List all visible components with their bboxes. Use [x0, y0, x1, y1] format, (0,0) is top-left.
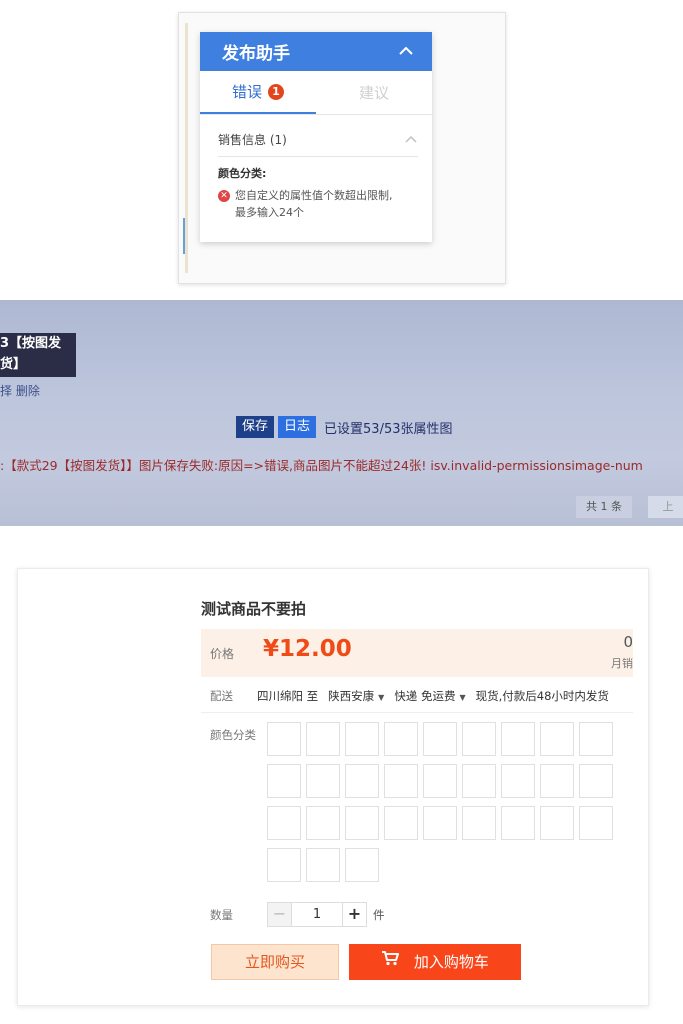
caret-down-icon: ▼ [459, 692, 466, 702]
color-swatch[interactable] [423, 806, 457, 840]
style-tooltip-line1: 3【按图发 [0, 336, 62, 351]
color-swatch[interactable] [423, 722, 457, 756]
color-swatch[interactable] [267, 722, 301, 756]
color-swatch[interactable] [306, 806, 340, 840]
quantity-label: 数量 [210, 908, 233, 922]
color-swatch[interactable] [384, 764, 418, 798]
price-value: ¥12.00 [263, 636, 352, 662]
log-button[interactable]: 日志 [278, 416, 317, 438]
add-to-cart-button[interactable]: 加入购物车 [349, 944, 521, 980]
publish-helper-header[interactable]: 发布助手 [200, 32, 432, 71]
section-sales-info-label: 销售信息 (1) [218, 133, 287, 147]
error-text-line2: 最多输入24个 [235, 206, 304, 219]
monthly-sales-label: 月销 [611, 657, 633, 670]
ship-from: 四川绵阳 至 [257, 688, 319, 703]
color-category-label: 颜色分类 [210, 728, 256, 742]
chevron-up-icon[interactable] [398, 44, 414, 60]
save-error-message: :【款式29【按图发货】】图片保存失败:原因=>错误,商品图片不能超过24张! … [0, 458, 643, 473]
buy-now-button[interactable]: 立即购买 [211, 944, 339, 980]
save-row: 保存 日志 已设置53/53张属性图 [236, 416, 453, 438]
color-swatch[interactable] [540, 764, 574, 798]
color-swatch[interactable] [462, 722, 496, 756]
helper-tabs: 错误 1 建议 [200, 71, 432, 115]
color-swatch[interactable] [540, 722, 574, 756]
publish-helper-title: 发布助手 [222, 44, 290, 64]
error-text-line1: 您自定义的属性值个数超出限制, [235, 189, 393, 202]
ship-to-select[interactable]: 陕西安康 ▼ [328, 688, 384, 704]
product-detail-panel: 测试商品不要拍 价格 ¥12.00 0 月销 配送 四川绵阳 至 陕西安康 ▼ 快… [17, 568, 649, 1006]
caret-down-icon: ▼ [378, 692, 385, 702]
field-color-category-label: 颜色分类: [218, 167, 267, 180]
add-to-cart-label: 加入购物车 [413, 953, 489, 971]
tab-errors-label: 错误 [231, 83, 262, 101]
color-swatch[interactable] [384, 806, 418, 840]
tab-errors[interactable]: 错误 1 [200, 71, 316, 114]
price-label: 价格 [210, 647, 235, 661]
error-text: 您自定义的属性值个数超出限制, 最多输入24个 [235, 187, 393, 221]
screen-photo-panel: 3【按图发 货】 择 删除 保存 日志 已设置53/53张属性图 :【款式29【… [0, 300, 683, 526]
color-swatch[interactable] [345, 848, 379, 882]
price-area: 价格 ¥12.00 0 月销 [201, 629, 633, 677]
color-swatch[interactable] [579, 806, 613, 840]
color-swatch[interactable] [462, 806, 496, 840]
monthly-sales-count: 0 [623, 633, 633, 651]
pagination-total: 共 1 条 [576, 496, 632, 518]
color-swatch[interactable] [267, 764, 301, 798]
color-swatch[interactable] [501, 764, 535, 798]
tab-suggestions[interactable]: 建议 [316, 71, 432, 114]
style-tooltip-box: 3【按图发 货】 [0, 333, 76, 377]
left-edge-strip [185, 23, 188, 273]
attribute-image-status: 已设置53/53张属性图 [324, 421, 453, 437]
color-swatch[interactable] [423, 764, 457, 798]
ship-method-select[interactable]: 快递 免运费 ▼ [394, 688, 465, 704]
quantity-decrease-button[interactable]: − [267, 902, 292, 927]
error-count-badge: 1 [268, 83, 284, 100]
color-swatch[interactable] [579, 722, 613, 756]
color-swatch[interactable] [462, 764, 496, 798]
quantity-unit: 件 [373, 908, 385, 922]
color-swatch[interactable] [306, 764, 340, 798]
helper-body: 销售信息 (1) 颜色分类: ✕ 您自定义的属性值个数超出限制, 最多输入24个 [200, 115, 432, 221]
color-swatch[interactable] [501, 722, 535, 756]
color-swatch[interactable] [501, 806, 535, 840]
color-swatch[interactable] [306, 848, 340, 882]
color-swatch[interactable] [579, 764, 613, 798]
quantity-input[interactable]: 1 [292, 902, 342, 927]
publish-helper-card: 发布助手 错误 1 建议 销售信息 (1) 颜色分类: ✕ 您自定义的属性值个数… [200, 32, 432, 242]
shopping-cart-icon [381, 943, 400, 979]
ship-to-value: 陕西安康 [328, 688, 375, 703]
shipping-row: 配送 四川绵阳 至 陕西安康 ▼ 快递 免运费 ▼ 现货,付款后48小时内发货 [201, 679, 633, 713]
error-message: ✕ 您自定义的属性值个数超出限制, 最多输入24个 [218, 187, 418, 221]
quantity-increase-button[interactable]: + [342, 902, 367, 927]
ship-note: 现货,付款后48小时内发货 [475, 688, 609, 703]
pagination-prev-button[interactable]: 上 [648, 496, 683, 518]
color-swatch[interactable] [267, 806, 301, 840]
color-swatch[interactable] [345, 806, 379, 840]
color-swatch[interactable] [306, 722, 340, 756]
left-edge-accent [183, 218, 185, 254]
shipping-label: 配送 [210, 688, 233, 703]
tab-suggestions-label: 建议 [358, 84, 389, 102]
select-delete-links[interactable]: 择 删除 [0, 382, 40, 399]
ship-method-value: 快递 免运费 [394, 688, 456, 703]
publish-helper-screenshot: 发布助手 错误 1 建议 销售信息 (1) 颜色分类: ✕ 您自定义的属性值个数… [178, 12, 506, 284]
color-swatch[interactable] [540, 806, 574, 840]
color-swatch[interactable] [267, 848, 301, 882]
color-swatch[interactable] [345, 722, 379, 756]
save-button[interactable]: 保存 [236, 416, 275, 438]
section-sales-info[interactable]: 销售信息 (1) [218, 123, 418, 157]
style-tooltip-line2: 货】 [0, 357, 27, 372]
product-title: 测试商品不要拍 [201, 600, 307, 618]
chevron-up-icon[interactable] [404, 133, 418, 146]
error-circle-icon: ✕ [218, 190, 230, 202]
color-swatch[interactable] [384, 722, 418, 756]
color-swatch[interactable] [345, 764, 379, 798]
